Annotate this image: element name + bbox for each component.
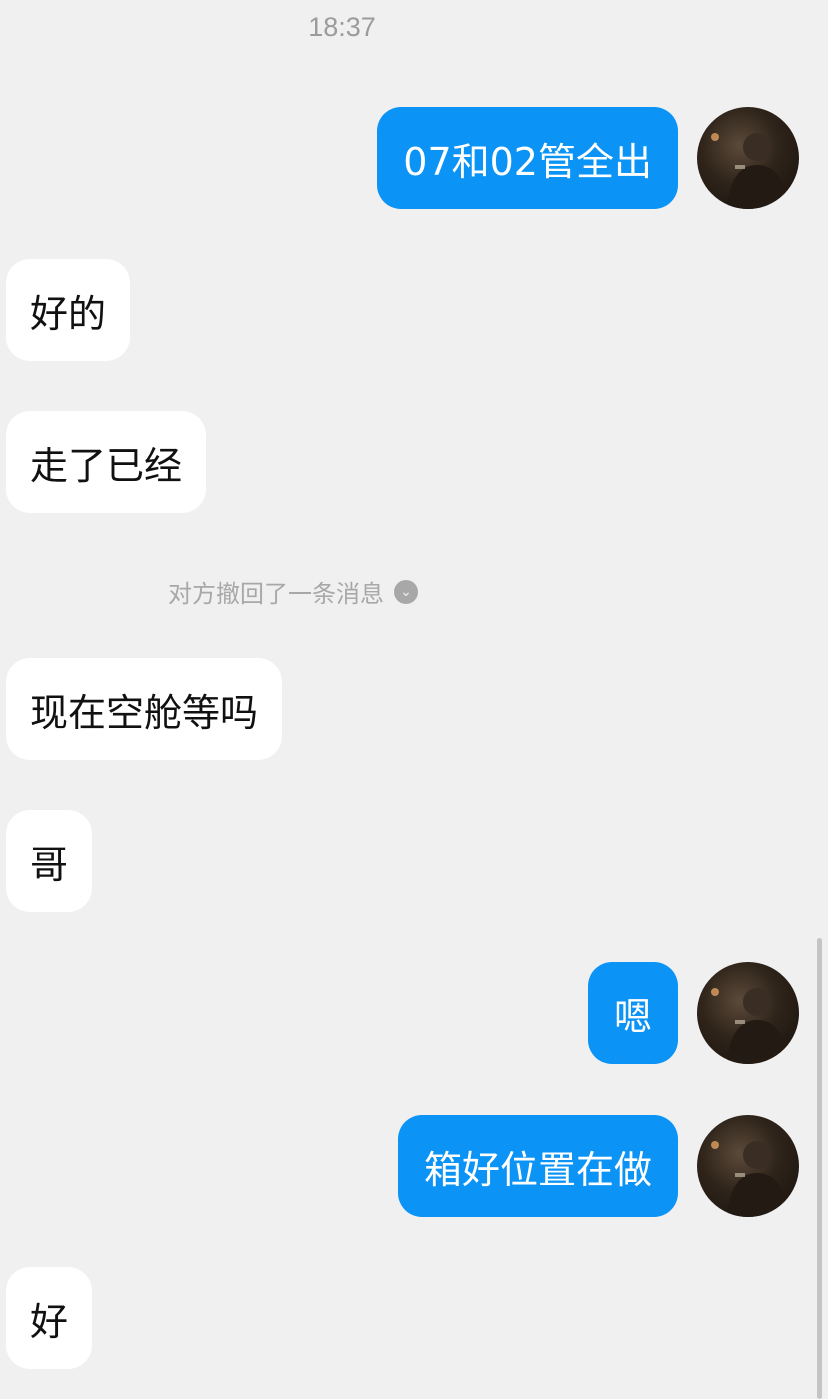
message-bubble-incoming[interactable]: 哥 [6, 810, 93, 912]
person-silhouette-icon [711, 1141, 789, 1217]
timestamp: 18:37 [308, 12, 376, 42]
user-avatar[interactable] [697, 962, 799, 1064]
message-bubble-incoming[interactable]: 走了已经 [6, 411, 207, 513]
message-bubble-outgoing[interactable]: 07和02管全出 [377, 107, 678, 209]
user-avatar[interactable] [697, 1115, 799, 1217]
person-silhouette-icon [711, 988, 789, 1064]
message-bubble-incoming[interactable]: 好的 [6, 259, 131, 361]
chevron-down-icon[interactable]: ⌄ [394, 579, 418, 604]
recall-notice-text: 对方撤回了一条消息 [168, 580, 384, 608]
message-bubble-incoming[interactable]: 好 [6, 1267, 93, 1369]
message-bubble-outgoing[interactable]: 箱好位置在做 [397, 1115, 678, 1217]
message-bubble-outgoing[interactable]: 嗯 [587, 962, 678, 1064]
message-bubble-incoming[interactable]: 现在空舱等吗 [6, 658, 283, 760]
user-avatar[interactable] [697, 107, 799, 209]
recall-notice: 对方撤回了一条消息 ⌄ [168, 574, 418, 609]
scrollbar[interactable] [817, 938, 822, 1399]
person-silhouette-icon [711, 133, 789, 209]
